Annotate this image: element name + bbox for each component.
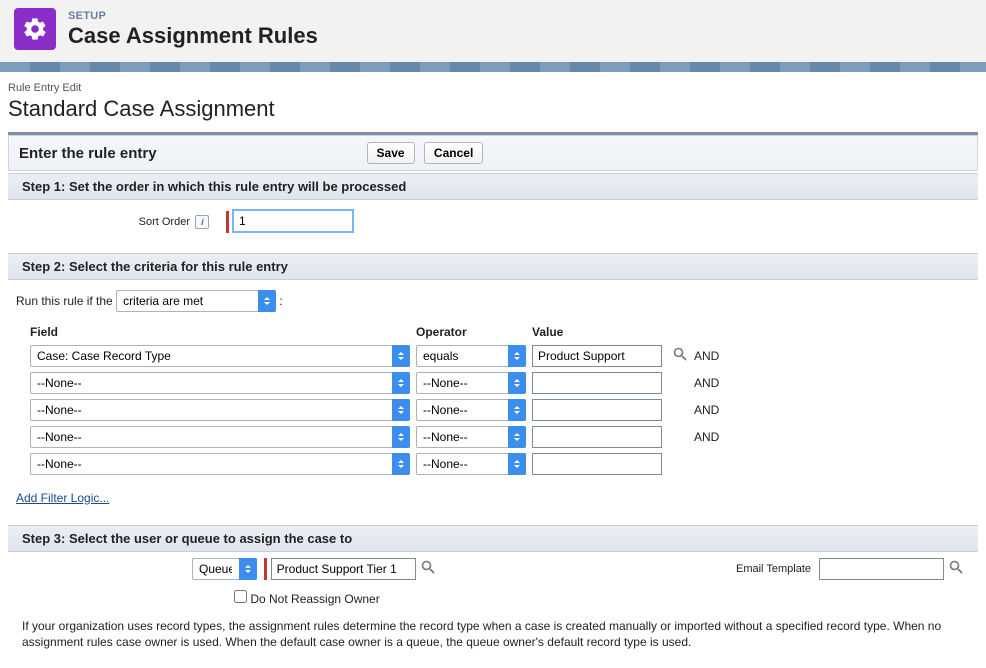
criteria-row: Case: Case Record Type equals AND [30,344,725,368]
step3-body: Queue Email Template Do Not Reassign Own… [8,552,978,606]
criteria-mode-select[interactable]: criteria are met [116,290,276,312]
email-template-input[interactable] [819,558,944,580]
criteria-operator-select[interactable]: --None-- [416,399,526,421]
criteria-operator-select[interactable]: --None-- [416,453,526,475]
step2-body: Run this rule if the criteria are met : … [8,280,978,523]
criteria-join: AND [694,398,725,422]
criteria-operator-select[interactable]: equals [416,345,526,367]
footnote-text: If your organization uses record types, … [8,606,978,658]
criteria-row: --None-- --None-- AND [30,425,725,449]
criteria-row: --None-- --None-- [30,452,725,476]
criteria-value-input[interactable] [532,399,662,421]
page-header-title: Case Assignment Rules [68,23,318,49]
breadcrumb: Rule Entry Edit [8,82,978,94]
cancel-button[interactable]: Cancel [424,142,483,164]
do-not-reassign-label[interactable]: Do Not Reassign Owner [250,592,379,606]
required-indicator [264,558,267,580]
criteria-value-input[interactable] [532,453,662,475]
run-rule-label: Run this rule if the [16,294,113,308]
required-indicator [226,211,229,233]
lookup-icon[interactable] [420,559,436,578]
add-filter-logic-link[interactable]: Add Filter Logic... [16,491,109,505]
criteria-value-input[interactable] [532,345,662,367]
criteria-field-select[interactable]: --None-- [30,426,410,448]
sort-order-label: Sort Order [22,216,192,228]
colon: : [279,294,282,308]
gear-icon [14,8,56,50]
setup-header: SETUP Case Assignment Rules [0,0,986,62]
criteria-row: --None-- --None-- AND [30,398,725,422]
criteria-field-select[interactable]: --None-- [30,453,410,475]
col-field: Field [30,321,416,341]
col-operator: Operator [416,321,532,341]
criteria-table: Field Operator Value Case: Case Record T… [30,318,725,479]
step2-header: Step 2: Select the criteria for this rul… [8,253,978,280]
criteria-field-select[interactable]: --None-- [30,372,410,394]
lookup-icon[interactable] [672,346,688,365]
header-ribbon [0,62,986,72]
criteria-field-select[interactable]: Case: Case Record Type [30,345,410,367]
sort-order-input[interactable] [233,210,353,232]
email-template-label: Email Template [736,563,819,575]
criteria-join: AND [694,371,725,395]
enter-rule-label: Enter the rule entry [19,145,157,162]
criteria-join [694,452,725,476]
step1-body: Sort Order i [8,200,978,251]
step3-header: Step 3: Select the user or queue to assi… [8,525,978,552]
criteria-field-select[interactable]: --None-- [30,399,410,421]
do-not-reassign-checkbox[interactable] [234,590,247,603]
page-title: Standard Case Assignment [8,96,978,122]
criteria-join: AND [694,344,725,368]
lookup-icon[interactable] [948,559,964,578]
step1-header: Step 1: Set the order in which this rule… [8,173,978,200]
assign-to-input[interactable] [271,558,416,580]
info-icon[interactable]: i [195,215,209,229]
col-value: Value [532,321,668,341]
criteria-row: --None-- --None-- AND [30,371,725,395]
enter-rule-section-bar: Enter the rule entry Save Cancel [8,135,978,171]
assign-type-select[interactable]: Queue [192,558,257,580]
criteria-join: AND [694,425,725,449]
criteria-value-input[interactable] [532,426,662,448]
save-button[interactable]: Save [367,142,415,164]
setup-label: SETUP [68,10,318,22]
criteria-operator-select[interactable]: --None-- [416,426,526,448]
criteria-value-input[interactable] [532,372,662,394]
criteria-operator-select[interactable]: --None-- [416,372,526,394]
